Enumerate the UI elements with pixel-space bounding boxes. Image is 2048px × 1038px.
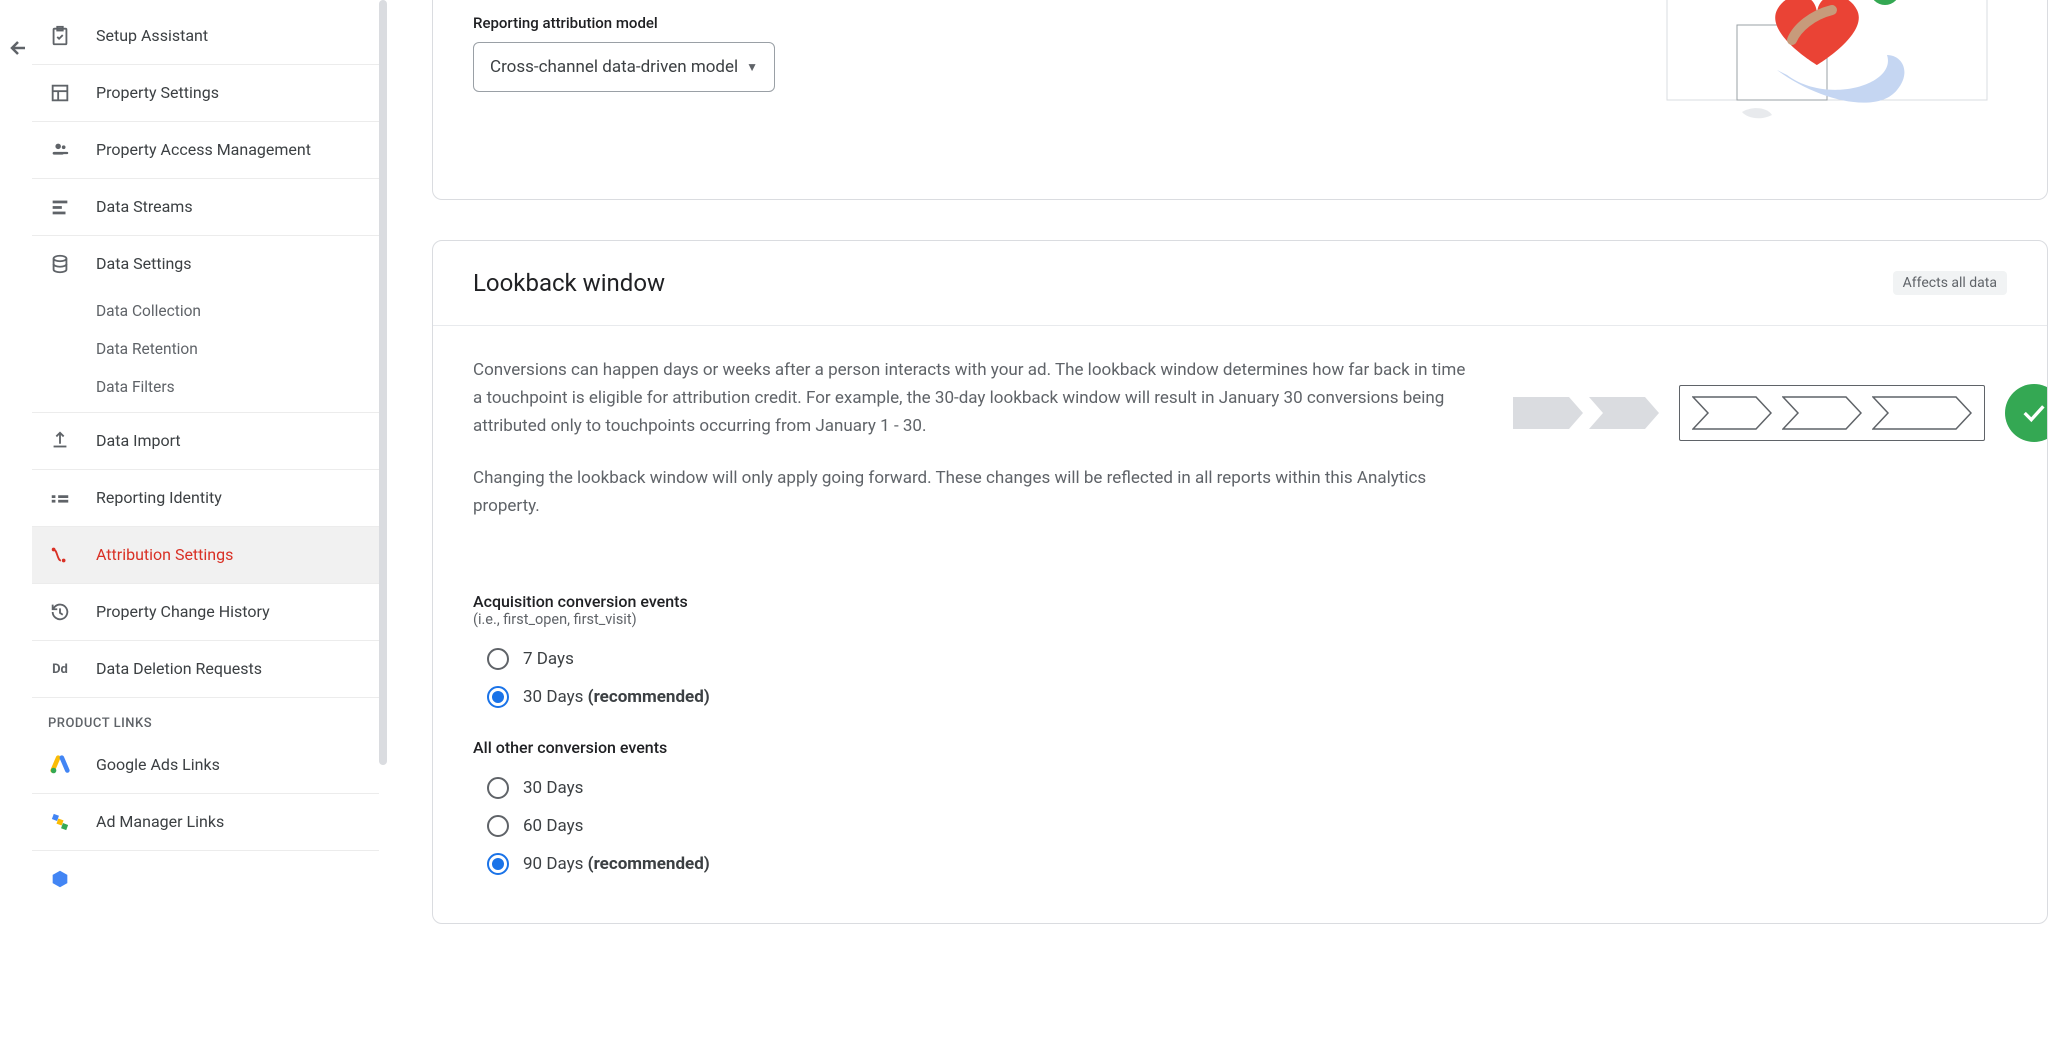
sidebar: Setup Assistant Property Settings Proper… — [32, 0, 387, 1038]
database-icon — [48, 252, 72, 276]
sidebar-label: Google Ads Links — [96, 755, 220, 775]
sidebar-attribution-settings[interactable]: Attribution Settings — [32, 526, 379, 583]
attribution-model-card: Reporting attribution model Cross-channe… — [432, 0, 2048, 200]
sidebar-label: Data Streams — [96, 197, 193, 217]
sidebar-label: Data Import — [96, 431, 181, 451]
gray-arrows — [1513, 397, 1659, 429]
sidebar-scrollbar[interactable] — [379, 0, 387, 765]
sidebar-property-settings[interactable]: Property Settings — [32, 64, 379, 121]
layout-icon — [48, 81, 72, 105]
sidebar-setup-assistant[interactable]: Setup Assistant — [32, 8, 379, 64]
acq-option-30days[interactable]: 30 Days (recommended) — [473, 678, 2007, 716]
attribution-icon — [48, 543, 72, 567]
sidebar-label: Data Deletion Requests — [96, 659, 262, 679]
check-circle-icon — [2005, 384, 2048, 442]
data-streams-icon — [48, 195, 72, 219]
other-option-90days[interactable]: 90 Days (recommended) — [473, 845, 2007, 883]
attribution-model-dropdown[interactable]: Cross-channel data-driven model ▼ — [473, 42, 775, 92]
radio-label: 60 Days — [523, 816, 583, 836]
lookback-title: Lookback window — [473, 269, 665, 297]
radio-icon — [487, 815, 509, 837]
history-icon — [48, 600, 72, 624]
back-arrow[interactable] — [4, 36, 28, 60]
sidebar-google-ads-links[interactable]: Google Ads Links — [32, 737, 379, 793]
ad-manager-icon — [48, 810, 72, 834]
sidebar-label: Data Settings — [96, 254, 192, 274]
google-ads-icon — [48, 753, 72, 777]
sidebar-sub-data-retention[interactable]: Data Retention — [32, 330, 379, 368]
sidebar-label: Property Access Management — [96, 140, 311, 160]
radio-label: 30 Days — [523, 778, 583, 798]
arrow-box — [1679, 385, 1985, 441]
other-option-30days[interactable]: 30 Days — [473, 769, 2007, 807]
sidebar-section-product-links: PRODUCT LINKS — [32, 697, 379, 737]
upload-icon — [48, 429, 72, 453]
lookback-description: Conversions can happen days or weeks aft… — [473, 356, 1473, 544]
acq-option-7days[interactable]: 7 Days — [473, 640, 2007, 678]
radio-icon — [487, 686, 509, 708]
lookback-header: Lookback window Affects all data — [433, 241, 2047, 326]
other-option-60days[interactable]: 60 Days — [473, 807, 2007, 845]
sidebar-label: Setup Assistant — [96, 26, 208, 46]
affects-all-data-badge: Affects all data — [1893, 271, 2007, 295]
caret-down-icon: ▼ — [746, 60, 758, 74]
sidebar-label: Ad Manager Links — [96, 812, 224, 832]
radio-label: 90 Days (recommended) — [523, 854, 710, 874]
back-arrow-strip — [0, 0, 32, 1038]
sidebar-data-deletion[interactable]: Dd Data Deletion Requests — [32, 640, 379, 697]
radio-icon — [487, 648, 509, 670]
sidebar-property-access[interactable]: Property Access Management — [32, 121, 379, 178]
lookback-para-1: Conversions can happen days or weeks aft… — [473, 356, 1473, 440]
sidebar-sub-data-filters[interactable]: Data Filters — [32, 368, 379, 412]
bigquery-icon — [48, 867, 72, 891]
sidebar-label: Property Change History — [96, 602, 270, 622]
sidebar-data-settings[interactable]: Data Settings — [32, 235, 379, 292]
clipboard-check-icon — [48, 24, 72, 48]
lookback-options: Acquisition conversion events (i.e., fir… — [433, 584, 2047, 923]
lookback-para-2: Changing the lookback window will only a… — [473, 464, 1473, 520]
main-content: Reporting attribution model Cross-channe… — [387, 0, 2048, 1038]
radio-icon — [487, 777, 509, 799]
lookback-graphic — [1513, 356, 2048, 442]
sidebar-label: Property Settings — [96, 83, 219, 103]
radio-label: 7 Days — [523, 649, 574, 669]
sidebar-data-import[interactable]: Data Import — [32, 412, 379, 469]
radio-label: 30 Days (recommended) — [523, 687, 710, 707]
dd-icon: Dd — [48, 657, 72, 681]
sidebar-ad-manager-links[interactable]: Ad Manager Links — [32, 793, 379, 850]
lookback-card: Lookback window Affects all data Convers… — [432, 240, 2048, 924]
people-icon — [48, 138, 72, 162]
acquisition-title: Acquisition conversion events — [473, 592, 2007, 611]
dropdown-value: Cross-channel data-driven model — [490, 57, 738, 77]
radio-icon — [487, 853, 509, 875]
other-events-title: All other conversion events — [473, 738, 2007, 757]
sidebar-label: Attribution Settings — [96, 545, 233, 565]
sidebar-sub-data-collection[interactable]: Data Collection — [32, 292, 379, 330]
acquisition-sub: (i.e., first_open, first_visit) — [473, 611, 2007, 628]
illustration — [1647, 0, 2007, 160]
sidebar-label: Reporting Identity — [96, 488, 222, 508]
sidebar-data-streams[interactable]: Data Streams — [32, 178, 379, 235]
identity-icon — [48, 486, 72, 510]
sidebar-reporting-identity[interactable]: Reporting Identity — [32, 469, 379, 526]
lookback-body: Conversions can happen days or weeks aft… — [433, 326, 2047, 584]
sidebar-change-history[interactable]: Property Change History — [32, 583, 379, 640]
sidebar-partial-item[interactable] — [32, 850, 379, 891]
